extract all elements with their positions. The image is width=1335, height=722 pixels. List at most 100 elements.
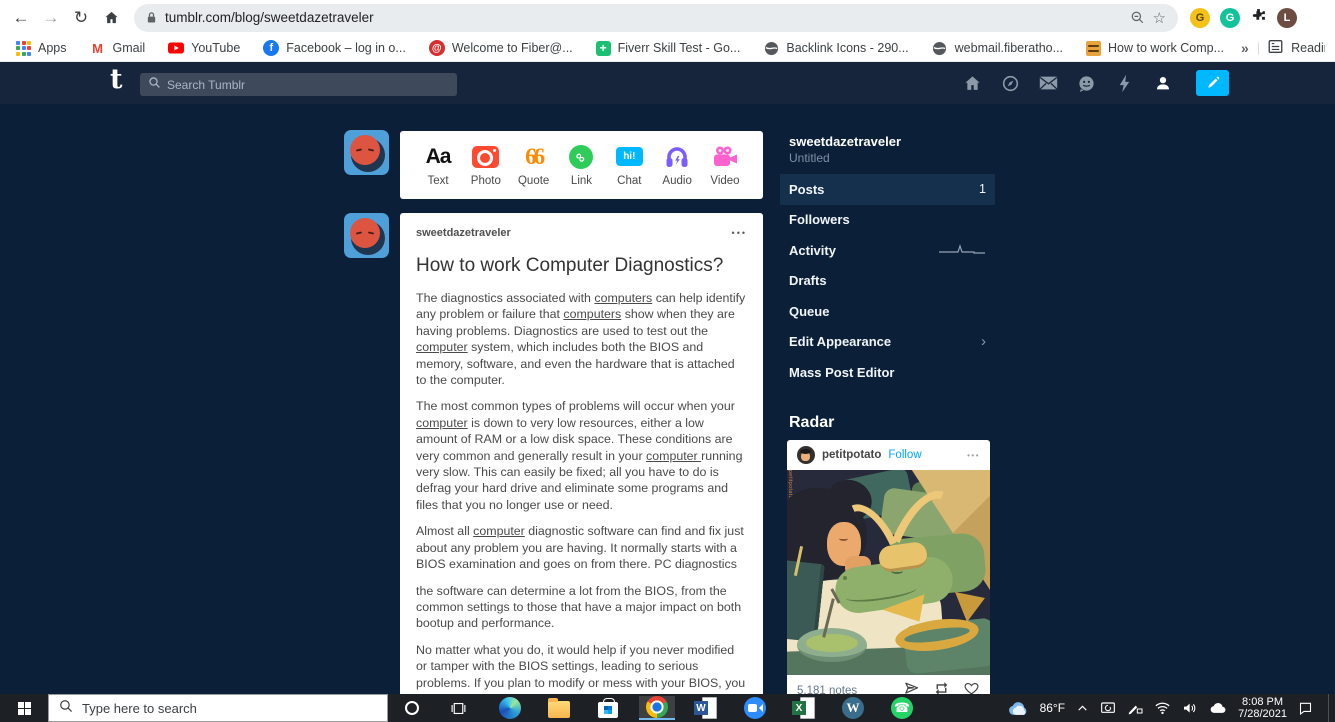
- globe-icon: [763, 40, 779, 56]
- zoom-out-icon[interactable]: [1130, 10, 1145, 25]
- taskbar-word[interactable]: W: [688, 696, 724, 720]
- bookmark-fiverr[interactable]: Fiverr Skill Test - Go...: [590, 39, 747, 58]
- bookmark-gmail[interactable]: M Gmail: [84, 38, 152, 58]
- cast-display-icon[interactable]: [1100, 701, 1116, 715]
- temperature[interactable]: 86°F: [1040, 701, 1065, 715]
- url-text[interactable]: tumblr.com/blog/sweetdazetraveler: [165, 10, 1122, 25]
- taskbar-wordpress[interactable]: [835, 696, 871, 720]
- grammarly-extension-icon[interactable]: G: [1220, 8, 1240, 28]
- compose-audio-button[interactable]: Audio: [655, 144, 699, 187]
- bookmark-webmail[interactable]: webmail.fiberatho...: [926, 38, 1069, 58]
- messaging-smiley-icon[interactable]: [1077, 74, 1096, 93]
- inline-link[interactable]: computer: [416, 340, 468, 354]
- taskbar-video-call-app[interactable]: [737, 696, 773, 720]
- taskbar-edge[interactable]: [492, 696, 528, 720]
- bookmark-youtube[interactable]: YouTube: [162, 38, 246, 58]
- onedrive-cloud-icon[interactable]: [1209, 702, 1227, 714]
- home-button[interactable]: [96, 4, 126, 32]
- radar-artwork[interactable]: petitpotato.tumblr.com: [787, 470, 990, 675]
- tumblr-header: t: [0, 62, 1335, 104]
- inline-link[interactable]: computer: [646, 449, 701, 463]
- sidebar-item-posts[interactable]: Posts 1: [780, 174, 995, 205]
- profile-avatar[interactable]: L: [1277, 8, 1297, 28]
- sidebar-item-edit-appearance[interactable]: Edit Appearance ›: [780, 327, 995, 358]
- start-button[interactable]: [0, 694, 48, 722]
- sidebar-item-mass-post-editor[interactable]: Mass Post Editor: [780, 357, 995, 388]
- post-composer: Aa Text Photo 66 Quote Link hi! Chat: [400, 131, 763, 199]
- tray-expand-chevron-icon[interactable]: [1076, 702, 1089, 715]
- gmail-icon: M: [90, 40, 106, 56]
- refresh-button[interactable]: ↻: [66, 4, 96, 32]
- extension-g-yellow-icon[interactable]: G: [1190, 8, 1210, 28]
- compose-quote-button[interactable]: 66 Quote: [512, 144, 556, 187]
- word-icon: W: [694, 697, 718, 719]
- tumblr-search-input[interactable]: [167, 78, 449, 92]
- taskbar-chrome[interactable]: [639, 696, 675, 720]
- blog-avatar[interactable]: [344, 213, 389, 258]
- taskbar-excel[interactable]: X: [786, 696, 822, 720]
- taskbar-store[interactable]: [590, 696, 626, 720]
- blog-avatar[interactable]: [344, 130, 389, 175]
- new-post-pencil-button[interactable]: [1196, 70, 1229, 96]
- screen: ← → ↻ tumblr.com/blog/sweetdazetraveler …: [0, 0, 1335, 722]
- inline-link[interactable]: computer: [416, 416, 468, 430]
- radar-heading: Radar: [789, 414, 995, 432]
- tumblr-search-box[interactable]: [140, 73, 457, 96]
- cortana-button[interactable]: [394, 696, 430, 720]
- extensions-puzzle-icon[interactable]: [1250, 7, 1267, 29]
- windows-taskbar: W X 86°F 8:08 PM 7/28/2021: [0, 694, 1335, 722]
- post-meatball-menu[interactable]: •••: [732, 228, 747, 238]
- show-desktop-strip[interactable]: [1328, 694, 1329, 722]
- compose-link-button[interactable]: Link: [559, 144, 603, 187]
- explore-compass-icon[interactable]: [1001, 74, 1020, 93]
- sidebar-item-drafts[interactable]: Drafts: [780, 266, 995, 297]
- inline-link[interactable]: computers: [594, 291, 652, 305]
- compose-chat-button[interactable]: hi! Chat: [607, 144, 651, 187]
- compose-text-button[interactable]: Aa Text: [416, 144, 460, 187]
- follow-link[interactable]: Follow: [888, 449, 921, 461]
- tumblr-nav: [963, 62, 1229, 104]
- bookmark-how-to-work[interactable]: How to work Comp...: [1080, 39, 1230, 58]
- inline-link[interactable]: computers: [563, 307, 621, 321]
- bookmark-star-icon[interactable]: ☆: [1153, 9, 1166, 27]
- action-center-icon[interactable]: [1298, 701, 1313, 715]
- inbox-envelope-icon[interactable]: [1039, 74, 1058, 93]
- bookmark-welcome-fiber[interactable]: Welcome to Fiber@...: [423, 38, 579, 58]
- compose-video-button[interactable]: Video: [703, 144, 747, 187]
- reading-list-label[interactable]: Reading l: [1291, 41, 1325, 55]
- task-view-button[interactable]: [440, 696, 476, 720]
- bookmark-facebook[interactable]: Facebook – log in o...: [257, 38, 412, 58]
- taskbar-file-explorer[interactable]: [541, 696, 577, 720]
- windows-search-box[interactable]: [48, 694, 388, 722]
- bookmark-backlink-icons[interactable]: Backlink Icons - 290...: [757, 38, 914, 58]
- compose-photo-button[interactable]: Photo: [464, 144, 508, 187]
- account-person-icon[interactable]: [1153, 74, 1172, 93]
- address-bar[interactable]: tumblr.com/blog/sweetdazetraveler ☆: [134, 4, 1178, 32]
- wifi-icon[interactable]: [1154, 701, 1171, 715]
- windows-search-input[interactable]: [82, 701, 377, 716]
- taskbar-clock[interactable]: 8:08 PM 7/28/2021: [1238, 696, 1287, 721]
- radar-username[interactable]: petitpotato: [822, 449, 881, 461]
- back-button[interactable]: ←: [6, 4, 36, 32]
- apps-shortcut[interactable]: Apps: [10, 39, 73, 58]
- forward-button[interactable]: →: [36, 4, 66, 32]
- tumblr-logo[interactable]: t: [110, 64, 122, 95]
- radar-meatball-menu[interactable]: •••: [967, 451, 980, 460]
- bookmarks-overflow-button[interactable]: »: [1241, 40, 1249, 56]
- cortana-icon: [405, 701, 419, 715]
- activity-lightning-icon[interactable]: [1115, 74, 1134, 93]
- radar-avatar[interactable]: [797, 446, 815, 464]
- taskbar-whatsapp[interactable]: [884, 696, 920, 720]
- sidebar-item-queue[interactable]: Queue: [780, 296, 995, 327]
- pen-input-icon[interactable]: [1127, 701, 1143, 715]
- sidebar-item-followers[interactable]: Followers: [780, 205, 995, 236]
- inline-link[interactable]: computer: [473, 524, 525, 538]
- apps-grid-icon: [16, 41, 31, 56]
- sidebar-username[interactable]: sweetdazetraveler: [789, 134, 995, 149]
- post-username[interactable]: sweetdazetraveler: [416, 227, 511, 239]
- weather-cloud-icon[interactable]: [1007, 701, 1029, 716]
- volume-icon[interactable]: [1182, 701, 1198, 715]
- dashboard-home-icon[interactable]: [963, 74, 982, 93]
- sidebar-item-activity[interactable]: Activity: [780, 235, 995, 266]
- reading-list-icon[interactable]: [1268, 39, 1283, 57]
